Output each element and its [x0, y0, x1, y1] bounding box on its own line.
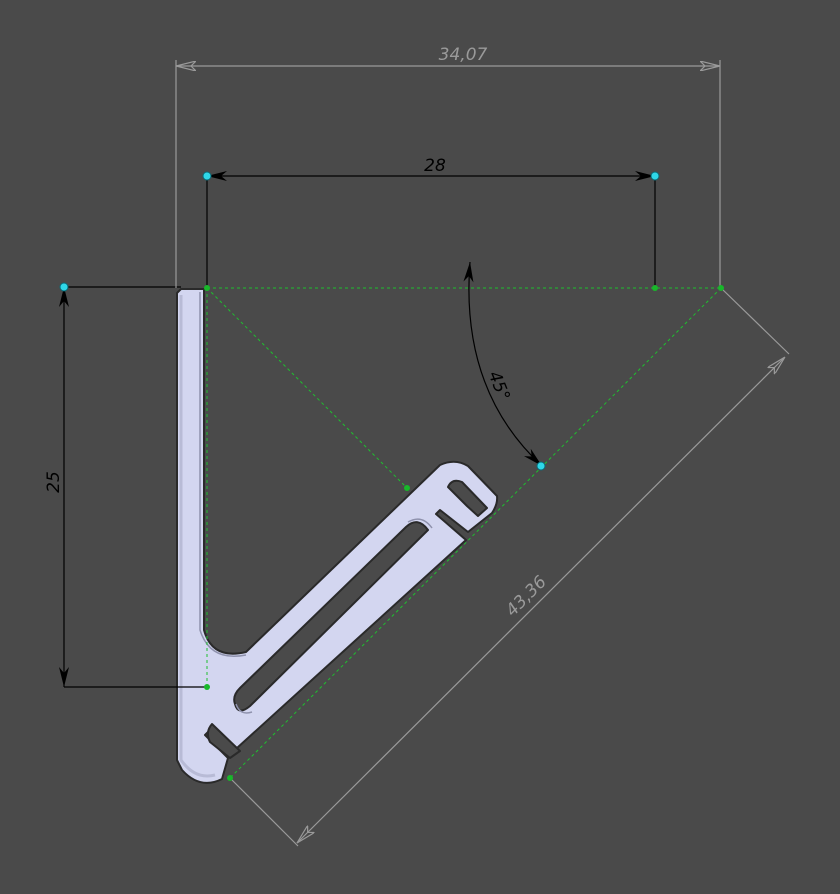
point-top-right — [718, 285, 724, 291]
point-top-left — [204, 285, 210, 291]
dim-angle-arc — [463, 261, 543, 467]
point-top-mid — [652, 285, 658, 291]
cad-sketch-canvas[interactable]: 34,07 28 25 45° 43,36 — [0, 0, 840, 894]
endpoint-dim28-right — [650, 171, 660, 181]
point-vertical-bottom — [204, 684, 210, 690]
dim-label-inner-width[interactable]: 28 — [424, 156, 446, 176]
point-bottom-corner — [227, 775, 233, 781]
driven-dimensions[interactable] — [175, 60, 790, 847]
bracket-part[interactable] — [176, 288, 499, 784]
dim-label-angle[interactable]: 45° — [484, 368, 514, 403]
dim-label-height[interactable]: 25 — [44, 471, 64, 493]
endpoint-dim28-left — [202, 171, 212, 181]
endpoint-angle — [536, 461, 546, 471]
bracket-outline — [176, 288, 499, 784]
dim-label-diagonal[interactable]: 43,36 — [502, 572, 551, 621]
construction-left-diagonal — [206, 287, 408, 489]
dim-4336-ext-bottom — [229, 777, 299, 847]
sketch-points[interactable] — [59, 171, 724, 781]
point-diagonal-mid — [404, 485, 410, 491]
endpoint-dim25-top — [59, 282, 69, 292]
dim-4336-ext-top — [720, 287, 790, 355]
long-slot — [233, 521, 429, 712]
construction-right-diagonal — [229, 287, 722, 779]
dim-label-overall-width[interactable]: 34,07 — [439, 45, 488, 65]
